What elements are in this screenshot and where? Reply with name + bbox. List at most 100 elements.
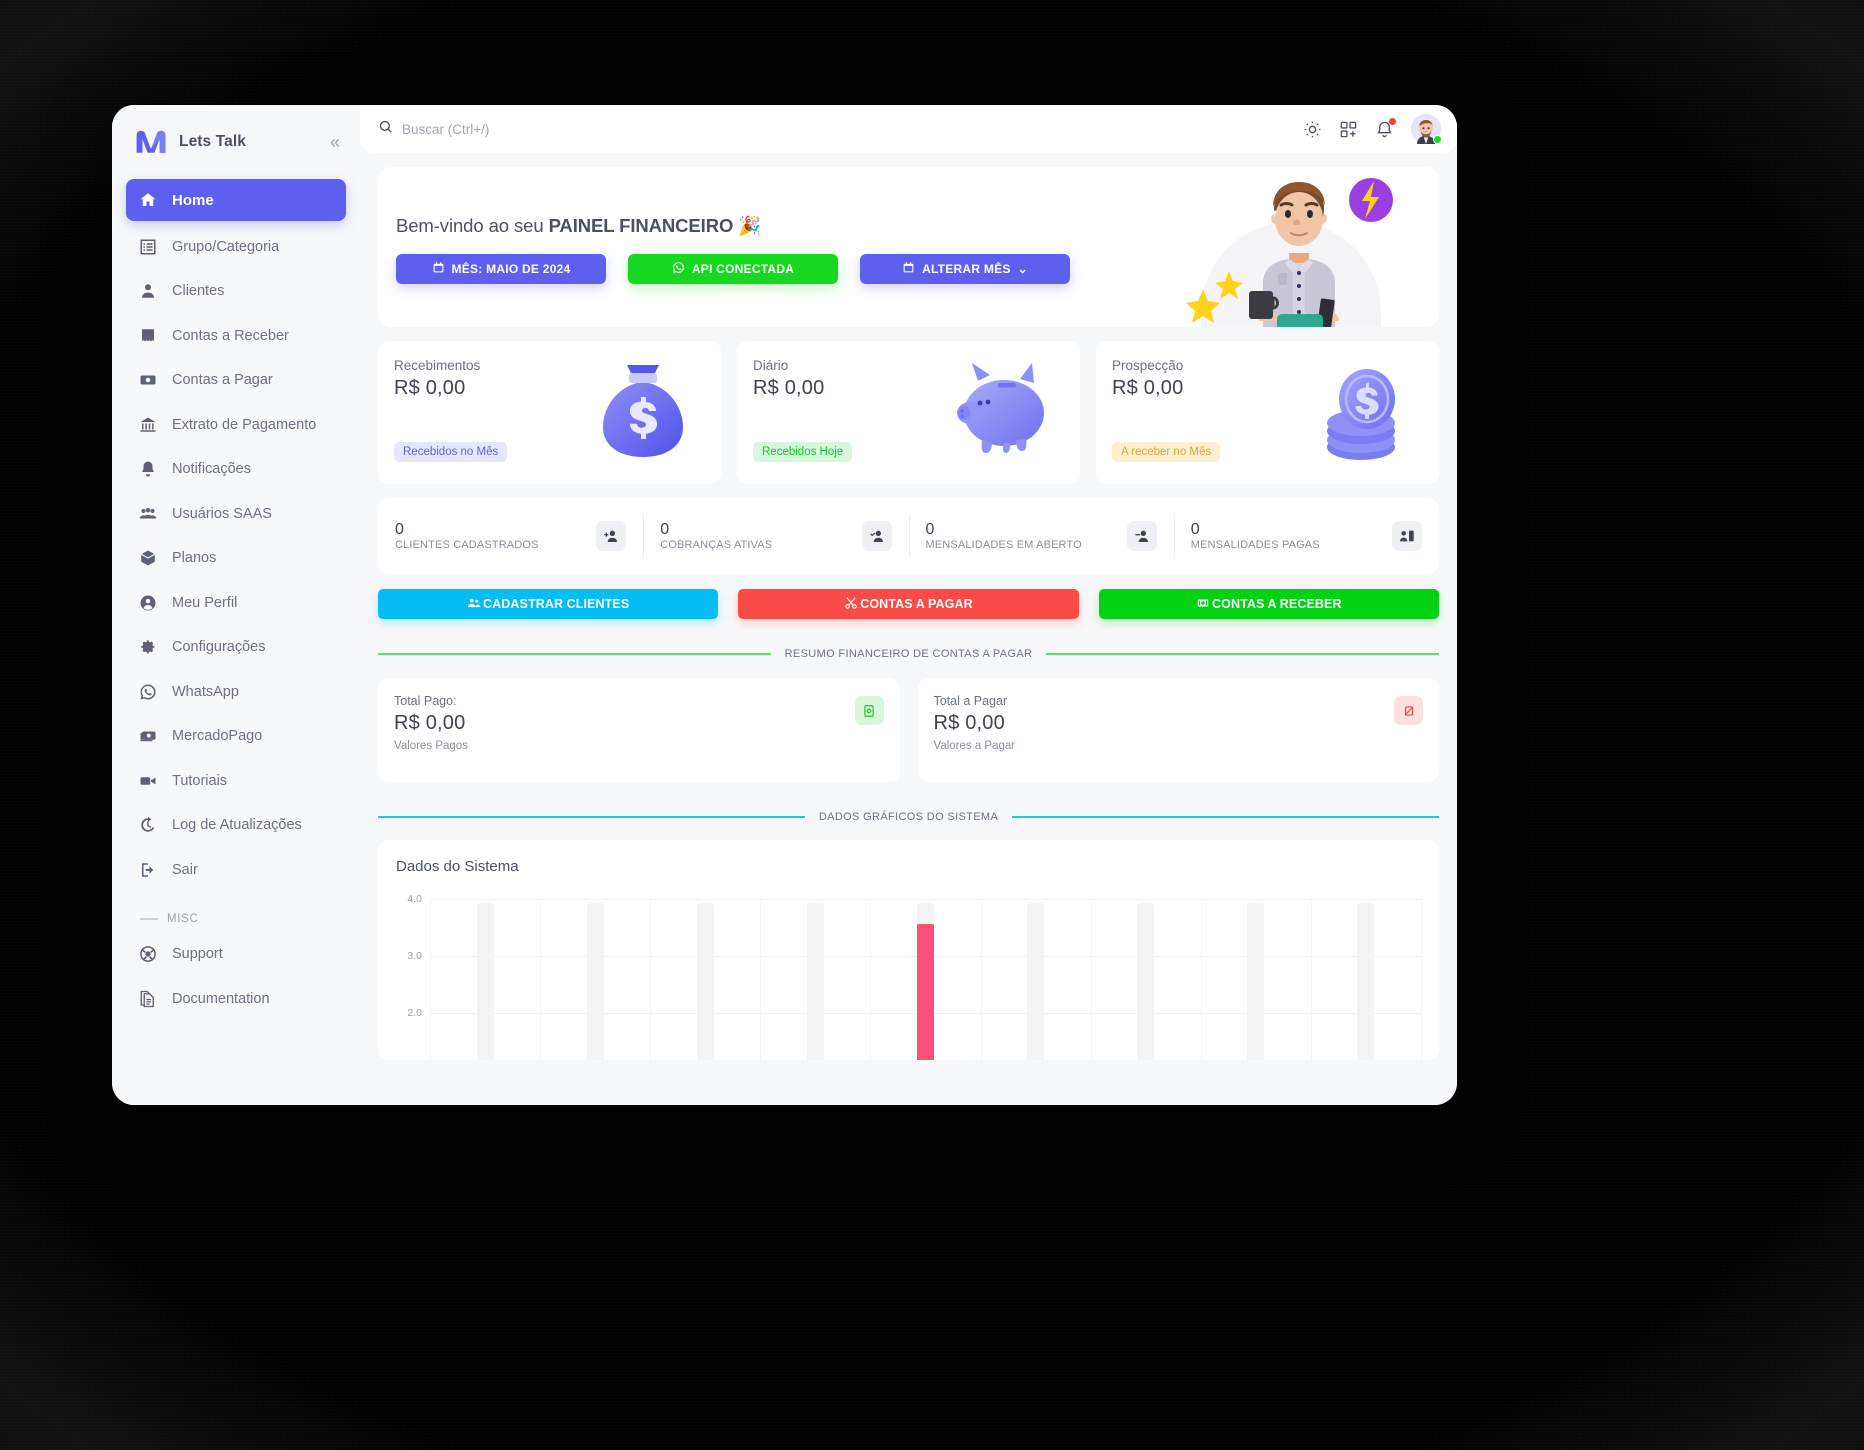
- sidebar-item-documentation[interactable]: Documentation: [126, 980, 346, 1018]
- month-display-button[interactable]: MÊS: MAIO DE 2024: [396, 254, 606, 284]
- greeting-strong: PAINEL FINANCEIRO: [548, 215, 734, 236]
- sidebar-item-label: WhatsApp: [172, 683, 239, 700]
- api-status-button[interactable]: API CONECTADA: [628, 254, 838, 284]
- chart-title: Dados do Sistema: [396, 858, 519, 875]
- chart-bar[interactable]: [917, 924, 934, 1060]
- counter-caption: MENSALIDADES EM ABERTO: [925, 539, 1082, 552]
- chart-bar-track[interactable]: [806, 903, 824, 1060]
- sidebar-item-tutoriais[interactable]: Tutoriais: [126, 762, 346, 800]
- banner-illustration: [1143, 167, 1433, 327]
- chevron-down-icon: ⌄: [1017, 262, 1028, 276]
- action-label: CONTAS A PAGAR: [860, 597, 973, 611]
- total-sub: Valores Pagos: [394, 740, 468, 752]
- sidebar-item-usuarios-saas[interactable]: Usuários SAAS: [126, 495, 346, 533]
- chart-bar-track[interactable]: [1137, 903, 1155, 1060]
- total-cards-row: Total Pago: R$ 0,00 Valores Pagos Total …: [378, 678, 1439, 782]
- sidebar-item-label: Tutoriais: [172, 772, 228, 789]
- counter-mensalidades-pagas: 0 MENSALIDADES PAGAS: [1173, 514, 1439, 558]
- scissors-icon: [844, 596, 858, 613]
- chart-grid-area: [430, 899, 1422, 1060]
- sidebar-section-misc: MISC: [126, 895, 346, 935]
- divider-label: DADOS GRÁFICOS DO SISTEMA: [818, 811, 999, 823]
- sidebar-item-label: Extrato de Pagamento: [172, 416, 317, 433]
- sidebar-item-mercadopago[interactable]: MercadoPago: [126, 717, 346, 755]
- sidebar-collapse-icon[interactable]: «: [330, 133, 342, 151]
- sidebar-item-label: MercadoPago: [172, 728, 263, 744]
- user-circle-icon: [138, 593, 157, 612]
- lifebuoy-icon: [138, 945, 157, 964]
- main-area: Bem-vindo ao seu PAINEL FINANCEIRO 🎉 MÊS…: [360, 105, 1457, 1105]
- sidebar-item-notificacoes[interactable]: Notificações: [126, 450, 346, 488]
- total-sub: Valores a Pagar: [933, 740, 1016, 752]
- search-input[interactable]: [402, 121, 722, 137]
- chart-bar-track[interactable]: [586, 903, 604, 1060]
- logout-icon: [138, 860, 157, 879]
- counter-value: 0: [925, 520, 935, 538]
- counters-row: 0 CLIENTES CADASTRADOS 0 COBRANÇAS ATIVA…: [378, 498, 1439, 574]
- chart-gridline-vertical: [980, 899, 982, 1060]
- sidebar-item-log-de-atualizacoes[interactable]: Log de Atualizações: [126, 806, 346, 844]
- sidebar-item-whatsapp[interactable]: WhatsApp: [126, 673, 346, 711]
- stat-card-diario: Diário R$ 0,00 Recebidos Hoje: [737, 341, 1080, 484]
- total-card-a-pagar: Total a Pagar R$ 0,00 Valores a Pagar: [917, 678, 1439, 782]
- chart-bar-track[interactable]: [1357, 903, 1375, 1060]
- sidebar-item-grupo-categoria[interactable]: Grupo/Categoria: [126, 228, 346, 266]
- divider-label: RESUMO FINANCEIRO DE CONTAS A PAGAR: [784, 648, 1033, 660]
- divider-line-right: [1046, 653, 1439, 655]
- chart-gridline-horizontal: [430, 899, 1421, 900]
- topbar-icons: [1303, 114, 1442, 144]
- chart-ytick-label: 3.0: [407, 950, 422, 962]
- cadastrar-clientes-button[interactable]: CADASTRAR CLIENTES: [378, 589, 719, 619]
- sidebar-item-extrato-de-pagamento[interactable]: Extrato de Pagamento: [126, 406, 346, 444]
- chart-gridline-vertical: [650, 899, 652, 1060]
- sidebar-item-label: Log de Atualizações: [172, 817, 302, 833]
- theme-sun-icon[interactable]: [1303, 120, 1322, 139]
- sidebar-item-home[interactable]: Home: [126, 179, 346, 221]
- divider-resumo-contas-a-pagar: RESUMO FINANCEIRO DE CONTAS A PAGAR: [378, 645, 1439, 663]
- stat-card-recebimentos: Recebimentos R$ 0,00 Recebidos no Mês: [378, 341, 721, 484]
- change-month-button[interactable]: ALTERAR MÊS ⌄: [860, 254, 1070, 284]
- total-label: Total Pago:: [394, 694, 457, 708]
- person-icon: [138, 282, 157, 301]
- chart-gridline-vertical: [1090, 899, 1092, 1060]
- receipt-icon: [138, 326, 157, 345]
- action-buttons-row: CADASTRAR CLIENTES CONTAS A PAGAR CONTAS…: [378, 589, 1439, 619]
- sidebar-item-planos[interactable]: Planos: [126, 539, 346, 577]
- apps-grid-icon[interactable]: [1339, 120, 1358, 139]
- stat-pill: Recebidos no Mês: [394, 442, 508, 462]
- sidebar-item-clientes[interactable]: Clientes: [126, 272, 346, 310]
- total-value: R$ 0,00: [933, 712, 1005, 734]
- divider-line-left: [378, 816, 805, 818]
- sidebar-item-contas-a-pagar[interactable]: Contas a Pagar: [126, 361, 346, 399]
- sidebar-item-configuracoes[interactable]: Configurações: [126, 628, 346, 666]
- notification-bell-icon[interactable]: [1375, 117, 1396, 139]
- chart-gridline-vertical: [1200, 899, 1202, 1060]
- sidebar-item-label: Clientes: [172, 283, 225, 299]
- money-bag-icon: [579, 347, 707, 475]
- sidebar-item-label: Contas a Pagar: [172, 372, 273, 388]
- avatar[interactable]: [1411, 114, 1442, 144]
- sidebar-item-sair[interactable]: Sair: [126, 851, 346, 889]
- sidebar-item-contas-a-receber[interactable]: Contas a Receber: [126, 317, 346, 355]
- chart-bar-track[interactable]: [1247, 903, 1265, 1060]
- history-icon: [138, 816, 157, 835]
- chart-bar-track[interactable]: [696, 903, 714, 1060]
- sidebar-item-meu-perfil[interactable]: Meu Perfil: [126, 584, 346, 622]
- action-label: CADASTRAR CLIENTES: [483, 597, 630, 611]
- contas-a-receber-button[interactable]: CONTAS A RECEBER: [1098, 589, 1439, 619]
- counter-clientes-cadastrados: 0 CLIENTES CADASTRADOS: [378, 514, 643, 558]
- search-bar[interactable]: [378, 119, 1303, 139]
- whatsapp-icon: [138, 682, 157, 701]
- contas-a-pagar-button[interactable]: CONTAS A PAGAR: [738, 589, 1079, 619]
- calendar-icon: [902, 261, 915, 277]
- chart-bar-track[interactable]: [476, 903, 494, 1060]
- total-value: R$ 0,00: [394, 712, 466, 734]
- stat-pill: A receber no Mês: [1112, 442, 1221, 462]
- counter-value: 0: [1190, 520, 1200, 538]
- user-check-icon: [861, 521, 892, 551]
- divider-dados-graficos: DADOS GRÁFICOS DO SISTEMA: [378, 808, 1439, 826]
- action-label: CONTAS A RECEBER: [1212, 597, 1342, 611]
- chart-gridline-vertical: [1421, 899, 1422, 1060]
- sidebar-item-support[interactable]: Support: [126, 935, 346, 973]
- chart-bar-track[interactable]: [1027, 903, 1045, 1060]
